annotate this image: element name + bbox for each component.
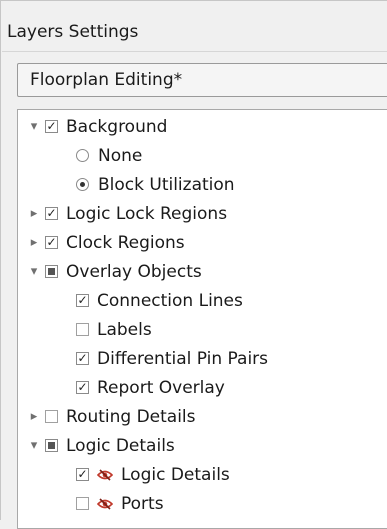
- tree-item-label: Connection Lines: [97, 290, 243, 311]
- tree-item-background[interactable]: Background: [28, 112, 167, 141]
- tree-item-routing-details[interactable]: Routing Details: [28, 402, 196, 431]
- panel-title: Layers Settings: [7, 22, 139, 42]
- tree-item-label: Clock Regions: [66, 232, 185, 253]
- tree-item-logic-details[interactable]: Logic Details: [28, 431, 175, 460]
- tree-item-differential-pin-pairs[interactable]: Differential Pin Pairs: [76, 344, 268, 373]
- tree-item-labels[interactable]: Labels: [76, 315, 152, 344]
- tree-item-label: Routing Details: [66, 406, 196, 427]
- tree-item-label: Differential Pin Pairs: [97, 348, 269, 369]
- tree-item-report-overlay[interactable]: Report Overlay: [76, 373, 225, 402]
- expand-arrow-icon[interactable]: [28, 121, 40, 133]
- tree-item-connection-lines[interactable]: Connection Lines: [76, 286, 243, 315]
- tree-item-label: Ports: [121, 493, 164, 514]
- expand-arrow-icon[interactable]: [28, 237, 40, 249]
- ports-checkbox[interactable]: [76, 497, 89, 510]
- expand-arrow-icon[interactable]: [28, 411, 40, 423]
- tree-item-logic-lock-regions[interactable]: Logic Lock Regions: [28, 199, 227, 228]
- visibility-hidden-icon[interactable]: [97, 468, 113, 482]
- tree-item-label: Logic Lock Regions: [66, 203, 228, 224]
- labels-checkbox[interactable]: [76, 323, 89, 336]
- expand-arrow-icon[interactable]: [28, 440, 40, 452]
- tree-item-label: Logic Details: [66, 435, 175, 456]
- block-utilization-radio[interactable]: [76, 178, 89, 191]
- tree-item-block-utilization[interactable]: Block Utilization: [76, 170, 235, 199]
- report-overlay-checkbox[interactable]: [76, 381, 89, 394]
- connection-lines-checkbox[interactable]: [76, 294, 89, 307]
- tree-item-label: Logic Details: [121, 464, 230, 485]
- logic-details-checkbox[interactable]: [45, 439, 58, 452]
- tree-item-label: Report Overlay: [97, 377, 225, 398]
- overlay-objects-checkbox[interactable]: [45, 265, 58, 278]
- clock-regions-checkbox[interactable]: [45, 236, 58, 249]
- background-checkbox[interactable]: [45, 120, 58, 133]
- layers-settings-panel: Layers Settings Floorplan Editing* Backg…: [0, 0, 387, 529]
- tree-item-label: None: [98, 145, 143, 166]
- logic-details-child-checkbox[interactable]: [76, 468, 89, 481]
- title-divider: [2, 51, 387, 52]
- expand-arrow-icon[interactable]: [28, 208, 40, 220]
- layers-tree[interactable]: Background None Block Utilization Logic …: [17, 109, 387, 529]
- expand-arrow-icon[interactable]: [28, 266, 40, 278]
- tree-item-label: Overlay Objects: [66, 261, 202, 282]
- preset-dropdown[interactable]: Floorplan Editing*: [17, 63, 387, 97]
- visibility-hidden-icon[interactable]: [97, 497, 113, 511]
- tree-item-clock-regions[interactable]: Clock Regions: [28, 228, 185, 257]
- differential-pin-pairs-checkbox[interactable]: [76, 352, 89, 365]
- logic-lock-regions-checkbox[interactable]: [45, 207, 58, 220]
- tree-item-none[interactable]: None: [76, 141, 142, 170]
- tree-item-overlay-objects[interactable]: Overlay Objects: [28, 257, 202, 286]
- none-radio[interactable]: [76, 149, 89, 162]
- tree-item-ports[interactable]: Ports: [76, 489, 164, 518]
- tree-item-label: Labels: [97, 319, 152, 340]
- tree-item-label: Background: [66, 116, 168, 137]
- tree-item-label: Block Utilization: [98, 174, 235, 195]
- tree-item-logic-details-child[interactable]: Logic Details: [76, 460, 230, 489]
- routing-details-checkbox[interactable]: [45, 410, 58, 423]
